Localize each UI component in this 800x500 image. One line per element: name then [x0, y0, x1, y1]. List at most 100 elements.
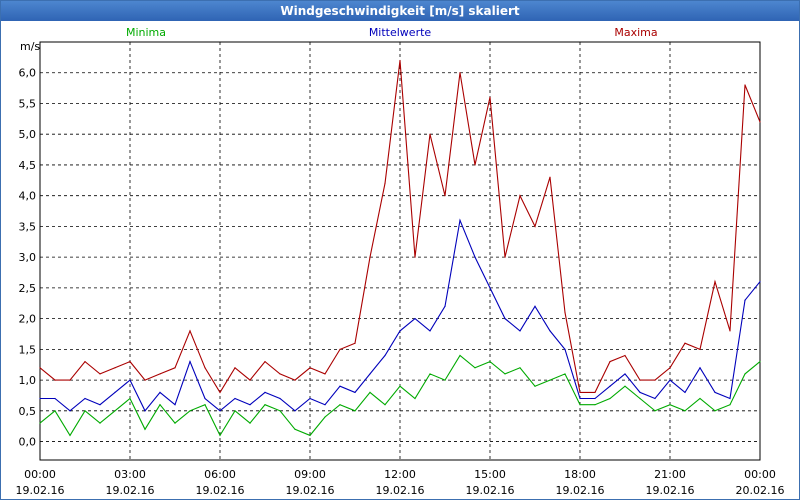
y-tick-label: 1,5 [19, 343, 37, 356]
x-tick-date: 19.02.16 [286, 484, 335, 497]
data-point-minima [564, 373, 566, 375]
data-point-mittelwerte [204, 397, 206, 400]
x-tick-date: 19.02.16 [556, 484, 605, 497]
data-point-minima [489, 361, 491, 363]
data-point-mittelwerte [219, 410, 221, 412]
data-point-minima [264, 404, 266, 406]
data-point-maxima [609, 361, 611, 363]
data-point-mittelwerte [474, 256, 476, 258]
data-point-maxima [639, 379, 641, 381]
data-point-maxima [144, 379, 146, 381]
data-point-minima [204, 404, 206, 406]
data-point-mittelwerte [339, 385, 341, 387]
x-tick-time: 12:00 [384, 468, 416, 481]
data-point-mittelwerte [354, 391, 356, 393]
data-point-mittelwerte [639, 391, 641, 393]
data-point-mittelwerte [324, 404, 326, 406]
data-point-maxima [219, 391, 221, 393]
data-point-mittelwerte [249, 404, 251, 406]
data-point-minima [414, 397, 416, 400]
data-point-maxima [204, 367, 206, 369]
data-point-mittelwerte [174, 404, 176, 406]
legend-minima: Minima [126, 26, 166, 39]
data-point-maxima [504, 256, 506, 258]
data-point-maxima [174, 367, 176, 369]
data-point-mittelwerte [534, 305, 536, 307]
data-point-mittelwerte [99, 404, 101, 406]
data-point-maxima [519, 195, 521, 197]
data-point-minima [309, 434, 311, 437]
data-point-maxima [474, 164, 476, 166]
data-point-mittelwerte [309, 397, 311, 400]
data-point-mittelwerte [654, 397, 656, 400]
data-point-minima [189, 410, 191, 412]
data-point-minima [759, 361, 761, 363]
y-tick-label: 5,0 [19, 128, 37, 141]
data-point-minima [174, 422, 176, 424]
x-tick-date: 19.02.16 [376, 484, 425, 497]
data-point-minima [669, 404, 671, 406]
data-point-maxima [624, 354, 626, 357]
data-point-mittelwerte [714, 391, 716, 393]
data-point-maxima [369, 256, 371, 258]
data-point-minima [534, 385, 536, 387]
y-tick-label: 0,5 [19, 405, 37, 418]
data-point-mittelwerte [459, 219, 461, 221]
y-tick-label: 5,5 [19, 97, 37, 110]
data-point-mittelwerte [444, 305, 446, 307]
data-point-maxima [69, 379, 71, 381]
legend-maxima: Maxima [614, 26, 657, 39]
data-point-maxima [549, 176, 551, 178]
data-point-mittelwerte [729, 397, 731, 400]
data-point-maxima [234, 367, 236, 369]
y-tick-label: 6,0 [19, 67, 37, 80]
legend-mittelwerte: Mittelwerte [369, 26, 432, 39]
data-point-mittelwerte [579, 397, 581, 400]
data-point-maxima [444, 195, 446, 197]
data-point-maxima [264, 361, 266, 363]
data-point-mittelwerte [699, 367, 701, 369]
data-point-maxima [429, 133, 431, 135]
data-point-maxima [459, 72, 461, 74]
y-tick-label: 3,0 [19, 251, 37, 264]
data-point-minima [729, 404, 731, 406]
data-point-maxima [39, 367, 41, 369]
data-point-minima [54, 410, 56, 412]
data-point-minima [354, 410, 356, 412]
data-point-maxima [714, 281, 716, 283]
data-point-maxima [99, 373, 101, 375]
data-point-minima [144, 428, 146, 430]
data-point-mittelwerte [189, 361, 191, 363]
data-point-minima [84, 410, 86, 412]
data-point-mittelwerte [744, 299, 746, 301]
data-point-maxima [414, 256, 416, 258]
data-point-maxima [114, 367, 116, 369]
data-point-minima [324, 416, 326, 418]
x-tick-time: 03:00 [114, 468, 146, 481]
data-point-minima [549, 379, 551, 381]
data-point-minima [384, 404, 386, 406]
data-point-mittelwerte [429, 330, 431, 332]
data-point-mittelwerte [549, 330, 551, 332]
data-point-mittelwerte [264, 391, 266, 393]
data-point-maxima [399, 59, 401, 62]
x-tick-time: 18:00 [564, 468, 596, 481]
x-tick-date: 19.02.16 [646, 484, 695, 497]
data-point-mittelwerte [84, 397, 86, 400]
data-point-maxima [339, 348, 341, 350]
x-tick-date: 19.02.16 [466, 484, 515, 497]
data-point-minima [444, 379, 446, 381]
data-point-minima [579, 404, 581, 406]
data-point-minima [459, 354, 461, 357]
data-point-mittelwerte [159, 391, 161, 393]
data-point-mittelwerte [129, 379, 131, 381]
data-point-mittelwerte [594, 397, 596, 400]
data-point-maxima [729, 330, 731, 332]
data-point-minima [279, 410, 281, 412]
data-point-minima [609, 397, 611, 400]
data-point-maxima [669, 367, 671, 369]
data-point-mittelwerte [279, 397, 281, 400]
data-point-minima [504, 373, 506, 375]
data-point-maxima [279, 373, 281, 375]
data-point-maxima [579, 391, 581, 393]
